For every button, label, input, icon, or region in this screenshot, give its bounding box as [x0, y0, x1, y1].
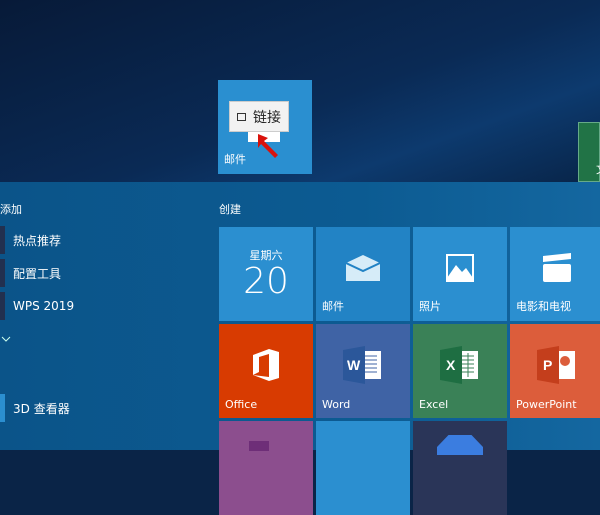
svg-text:W: W: [347, 357, 361, 373]
list-item[interactable]: 热点推荐: [0, 226, 200, 254]
list-item-3d-viewer[interactable]: 3D 查看器: [0, 394, 200, 422]
mail-tile[interactable]: 邮件: [316, 227, 410, 321]
chevron-down-icon[interactable]: [1, 336, 11, 342]
powerpoint-icon: P: [537, 346, 575, 385]
cursor-arrow-icon: [258, 134, 278, 158]
list-item-label: 配置工具: [13, 266, 62, 281]
tile-label: 邮件: [224, 153, 246, 166]
movies-tv-tile[interactable]: 电影和电视: [510, 227, 600, 321]
clapperboard-icon: [543, 253, 571, 283]
tile-label: Word: [322, 398, 351, 411]
calendar-tile[interactable]: 星期六 20: [219, 227, 313, 321]
tile-label: 文: [596, 161, 600, 177]
app-tile-dark[interactable]: [413, 421, 507, 515]
tile-label: 电影和电视: [516, 300, 571, 313]
list-item-label: WPS 2019: [13, 299, 75, 313]
section-header: 添加: [0, 203, 22, 216]
photos-icon: [446, 254, 474, 283]
group-title: 创建: [219, 203, 241, 216]
link-icon: [237, 112, 246, 121]
photos-tile[interactable]: 照片: [413, 227, 507, 321]
svg-text:P: P: [543, 357, 552, 373]
excel-tile[interactable]: X Excel: [413, 324, 507, 418]
office-tile[interactable]: Office: [219, 324, 313, 418]
calendar-date: 20: [243, 261, 289, 302]
tile-label: 照片: [419, 300, 441, 313]
list-item-label: 3D 查看器: [13, 401, 70, 416]
mail-icon: [346, 255, 380, 282]
word-icon: W: [343, 346, 381, 385]
app-icon: [0, 292, 5, 320]
tile-label: Office: [225, 398, 258, 411]
list-item[interactable]: WPS 2019: [0, 292, 200, 320]
app-tile[interactable]: [316, 421, 410, 515]
list-item[interactable]: 配置工具: [0, 259, 200, 287]
office-icon: [253, 349, 279, 382]
onenote-tile[interactable]: [219, 421, 313, 515]
app-icon: [0, 259, 5, 287]
app-icon: [0, 394, 5, 422]
hexagon-icon: [437, 435, 483, 455]
powerpoint-tile[interactable]: P PowerPoint: [510, 324, 600, 418]
svg-text:X: X: [446, 357, 456, 373]
dragged-mail-tile[interactable]: 链接 邮件: [218, 80, 312, 174]
link-tooltip: 链接: [229, 101, 289, 132]
tile-label: PowerPoint: [516, 398, 577, 411]
list-item-label: 热点推荐: [13, 233, 62, 248]
tile-label: 邮件: [322, 300, 344, 313]
app-icon: [0, 226, 5, 254]
tile-label: Excel: [419, 398, 449, 411]
partial-tile[interactable]: 文: [578, 122, 600, 182]
excel-icon: X: [440, 346, 478, 385]
tooltip-text: 链接: [253, 109, 281, 126]
word-tile[interactable]: W Word: [316, 324, 410, 418]
